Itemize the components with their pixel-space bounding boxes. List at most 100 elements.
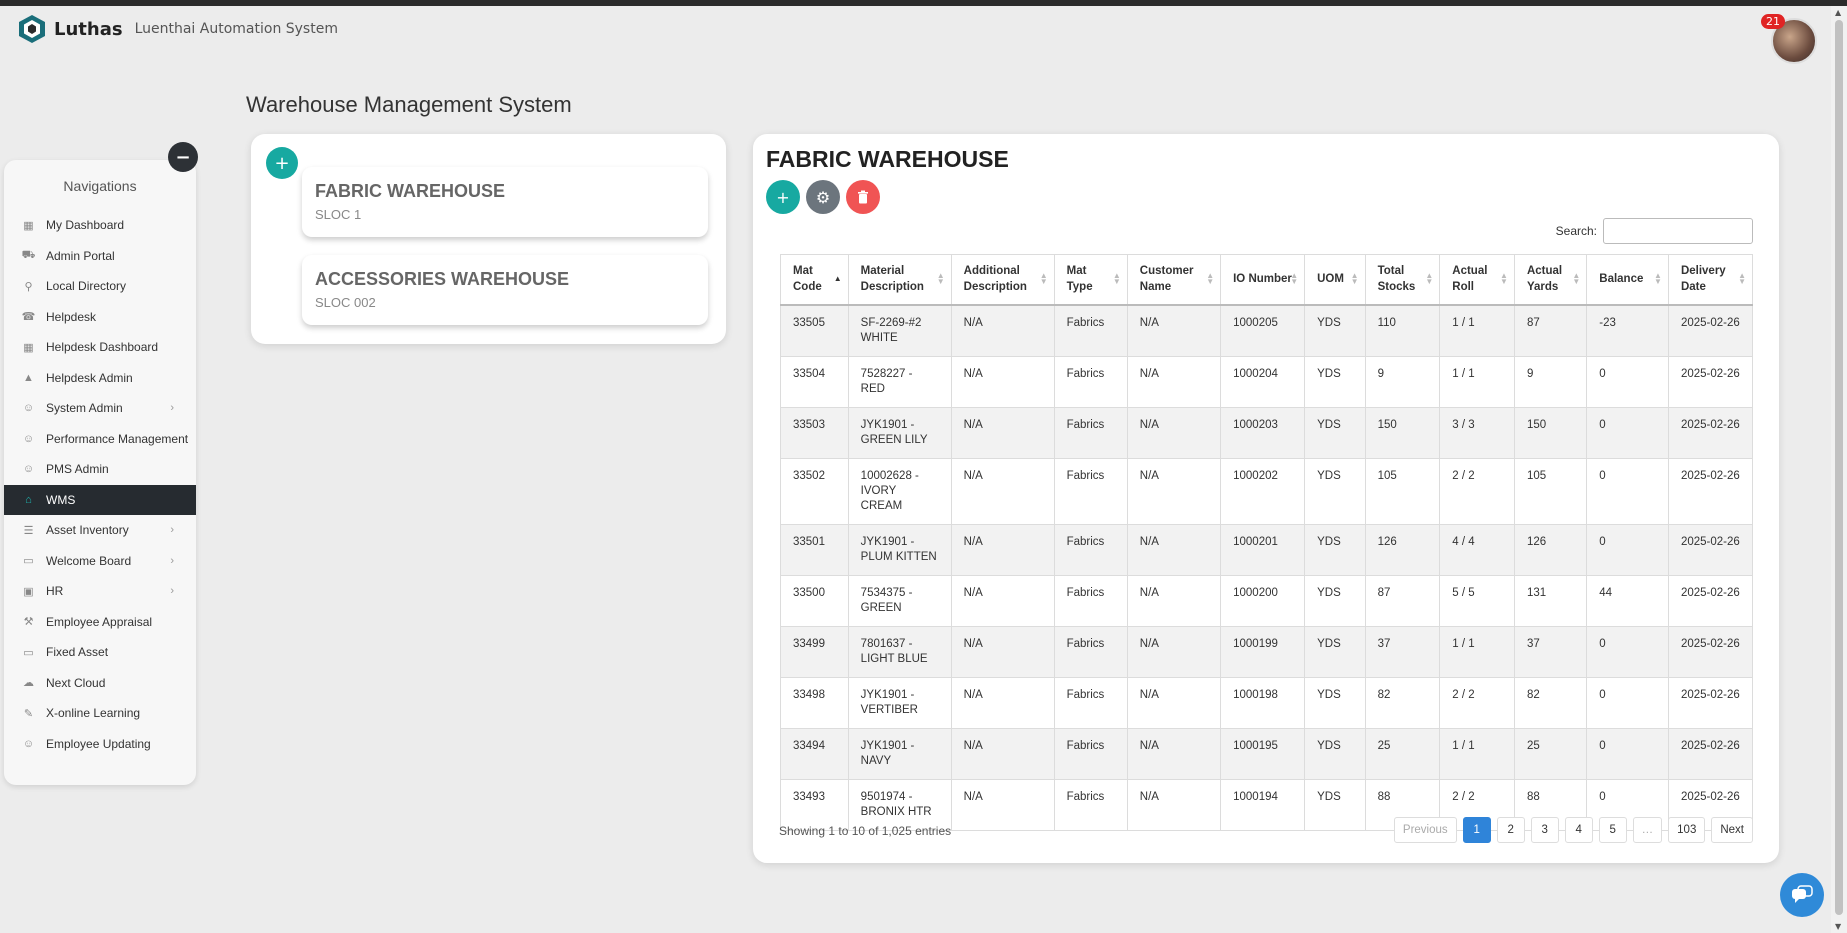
table-row[interactable]: 33498 JYK1901 - VERTIBER N/A Fabrics N/A 1000… [780,676,1754,729]
sidebar-item-hr[interactable]: ▣ HR › [4,576,196,607]
sidebar-item-admin-portal[interactable]: ⛟ Admin Portal [4,241,196,272]
page-button-1[interactable]: 1 [1462,817,1491,843]
warehouse-card-fabric[interactable]: FABRIC WAREHOUSE SLOC 1 [302,167,708,237]
sort-icon: ▲ ▼ [1112,271,1121,287]
column-header[interactable]: Mat Type ▲ ▼ [1053,254,1128,306]
table-row[interactable]: 33500 7534375 - GREEN N/A Fabrics N/A 1000200… [780,574,1754,627]
table-cell: JYK1901 - NAVY [847,727,952,780]
column-header[interactable]: Total Stocks ▲ ▼ [1364,254,1441,306]
chat-button[interactable] [1780,873,1824,917]
table-cell: 1000195 [1220,727,1306,780]
page-button-4[interactable]: 4 [1564,817,1593,843]
scroll-up-icon[interactable]: ▲ [1835,8,1841,17]
sidebar-item-system-admin[interactable]: ☺ System Admin › [4,393,196,424]
column-header[interactable]: IO Number ▲ ▼ [1220,254,1306,306]
table-row[interactable]: 33505 SF-2269-#2 WHITE N/A Fabrics N/A 100020… [780,304,1754,357]
sidebar-item-pms-admin[interactable]: ☺ PMS Admin [4,454,196,485]
warehouse-icon: ⌂ [25,493,32,506]
brand[interactable]: Luthas Luenthai Automation System [18,14,338,44]
sidebar-item-my-dashboard[interactable]: ▦ My Dashboard [4,210,196,241]
column-header[interactable]: Additional Description ▲ ▼ [950,254,1055,306]
column-header[interactable]: Balance ▲ ▼ [1586,254,1669,306]
table-cell: N/A [1126,523,1222,576]
table-cell: 9 [1364,355,1441,408]
table-cell: YDS [1304,457,1366,525]
sidebar-item-x-online-learning[interactable]: ✎ X-online Learning [4,698,196,729]
column-header[interactable]: Actual Roll ▲ ▼ [1439,254,1515,306]
notification-badge[interactable]: 21 [1761,14,1785,29]
scroll-down-icon[interactable]: ▼ [1835,922,1841,931]
table-cell: N/A [950,676,1055,729]
table-cell: 33498 [780,676,849,729]
sidebar-collapse-button[interactable]: − [168,142,198,172]
sidebar-item-helpdesk-admin[interactable]: ▲ Helpdesk Admin [4,363,196,394]
table-cell: Fabrics [1053,523,1128,576]
sidebar-item-helpdesk[interactable]: ☎ Helpdesk [4,302,196,333]
page-button-3[interactable]: 3 [1530,817,1559,843]
sidebar-item-performance-management[interactable]: ☺ Performance Management [4,424,196,455]
add-item-button[interactable]: + [766,180,800,214]
table-row[interactable]: 33502 10002628 - IVORY CREAM N/A Fabrics N/A… [780,457,1754,525]
table-cell: -23 [1586,304,1669,357]
table-row[interactable]: 33504 7528227 - RED N/A Fabrics N/A 1000204 YD… [780,355,1754,408]
sidebar-item-employee-updating[interactable]: ☺ Employee Updating [4,729,196,760]
page-button-103[interactable]: 103 [1668,817,1706,843]
table-cell: 33502 [780,457,849,525]
warehouse-name: FABRIC WAREHOUSE [315,181,506,201]
column-header-label: Mat Type [1066,265,1093,294]
user-icon: ☺ [22,432,35,445]
table-cell: 2025-02-26 [1667,457,1754,525]
column-header[interactable]: Mat Code ▲ [780,254,849,306]
sidebar-item-helpdesk-dashboard[interactable]: ▦ Helpdesk Dashboard [4,332,196,363]
sidebar-item-local-directory[interactable]: ⚲ Local Directory [4,271,196,302]
add-warehouse-button[interactable]: + [266,147,298,179]
page-button-5[interactable]: 5 [1598,817,1627,843]
page-button-next[interactable]: Next [1711,817,1753,843]
laptop-icon: ▭ [23,646,34,659]
table-row[interactable]: 33494 JYK1901 - NAVY N/A Fabrics N/A 1000195 Y… [780,727,1754,780]
warning-icon: ▲ [23,371,34,384]
column-header[interactable]: Customer Name ▲ ▼ [1126,254,1222,306]
table-row[interactable]: 33499 7801637 - LIGHT BLUE N/A Fabrics N/A 10… [780,625,1754,678]
sidebar-item-fixed-asset[interactable]: ▭ Fixed Asset [4,637,196,668]
table-cell: N/A [950,727,1055,780]
sidebar-item-welcome-board[interactable]: ▭ Welcome Board › [4,546,196,577]
search-input[interactable] [1603,218,1753,244]
sidebar-item-label: Performance Management [46,431,189,446]
id-card-icon: ▣ [23,585,34,598]
sidebar-item-next-cloud[interactable]: ☁ Next Cloud [4,668,196,699]
sidebar-item-label: HR [46,584,64,599]
table-row[interactable]: 33503 JYK1901 - GREEN LILY N/A Fabrics N/A 10… [780,406,1754,459]
scrollbar-thumb[interactable] [1835,20,1843,915]
warehouse-title: FABRIC WAREHOUSE [766,146,1009,172]
delete-button[interactable] [846,180,880,214]
page-button-previous[interactable]: Previous [1393,817,1457,843]
table-cell: 1000199 [1220,625,1306,678]
column-header[interactable]: Material Description ▲ ▼ [847,254,952,306]
table-row[interactable]: 33501 JYK1901 - PLUM KITTEN N/A Fabrics N/A 1… [780,523,1754,576]
settings-button[interactable]: ⚙ [806,180,840,214]
column-header[interactable]: Actual Yards ▲ ▼ [1513,254,1588,306]
table-cell: 87 [1513,304,1588,357]
pagination: Previous 1 2 3 4 5… 103 Next [1393,817,1753,843]
chat-icon [1792,885,1813,903]
column-header[interactable]: UOM ▲ ▼ [1304,254,1366,306]
table-cell: YDS [1304,406,1366,459]
page-scrollbar[interactable]: ▲ ▼ [1831,6,1847,933]
table-cell: 4 / 4 [1439,523,1515,576]
table-cell: YDS [1304,574,1366,627]
app-subtitle: Luenthai Automation System [134,21,338,37]
column-header[interactable]: Delivery Date ▲ ▼ [1667,254,1754,306]
sidebar-item-asset-inventory[interactable]: ☰ Asset Inventory › [4,515,196,546]
sidebar-item-employee-appraisal[interactable]: ⚒ Employee Appraisal [4,607,196,638]
page-button-2[interactable]: 2 [1496,817,1525,843]
map-pin-icon: ⚲ [24,280,33,293]
chevron-right-icon: › [170,402,174,415]
column-header-label: Additional Description [963,265,1027,294]
warehouse-card-accessories[interactable]: ACCESSORIES WAREHOUSE SLOC 002 [302,255,708,325]
sidebar-item-wms[interactable]: ⌂ WMS [4,484,196,515]
table-body: 33505 SF-2269-#2 WHITE N/A Fabrics N/A 100020… [780,304,1754,831]
table-cell: 0 [1586,457,1669,525]
table-cell: 0 [1586,727,1669,780]
sidebar-item-label: Helpdesk Dashboard [46,340,159,355]
